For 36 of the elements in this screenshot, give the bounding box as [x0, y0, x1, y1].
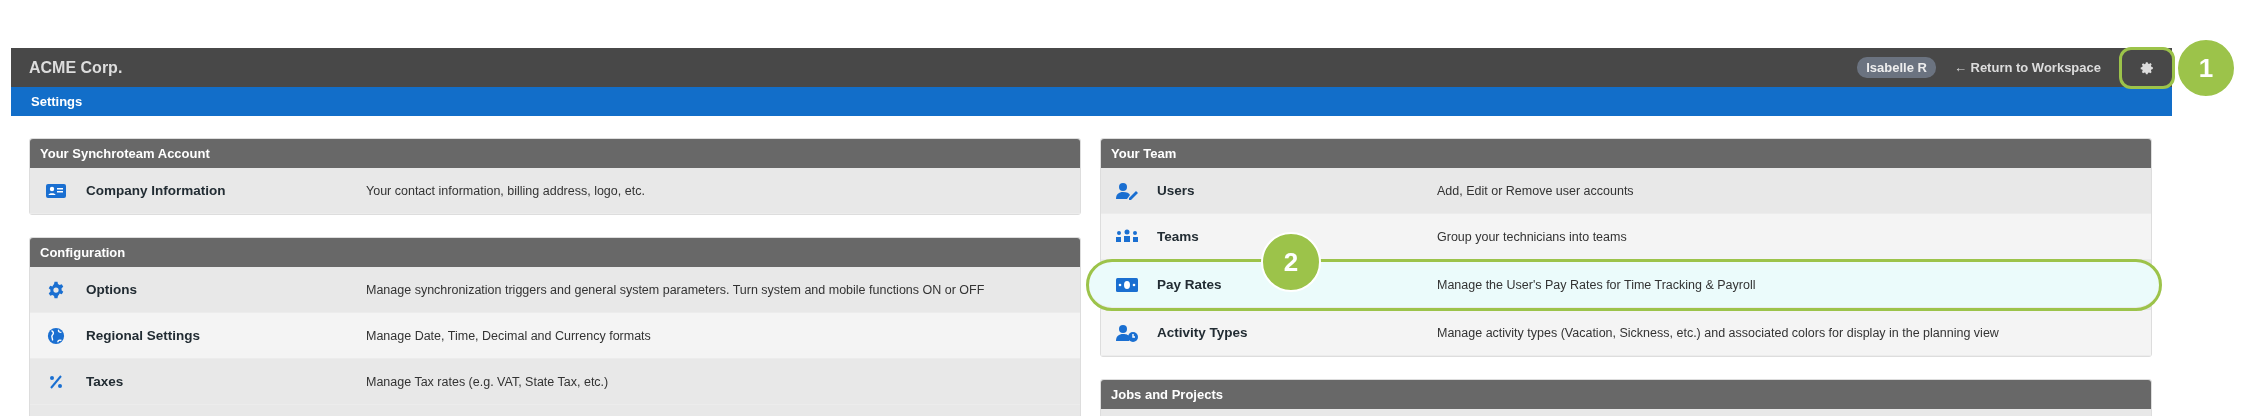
panel-header: Jobs and Projects	[1101, 380, 2151, 409]
row-title: Options	[86, 282, 138, 297]
row-title: Users	[1157, 183, 1196, 198]
panel-header: Your Synchroteam Account	[30, 139, 1080, 168]
user-badge[interactable]: Isabelle R	[1857, 57, 1936, 78]
globe-icon	[47, 326, 65, 345]
settings-row[interactable]: Regional Settings Manage Date, Time, Decimal and Currency formats	[30, 313, 1080, 359]
settings-icon	[47, 280, 65, 299]
group-icon	[1115, 228, 1139, 245]
row-title: Pay Rates	[1157, 277, 1223, 292]
return-link[interactable]: ← Return to Workspace	[1953, 60, 2101, 75]
row-title: Regional Settings	[86, 328, 201, 343]
row-title: Company Information	[86, 183, 227, 198]
breadcrumb: Settings	[31, 94, 83, 109]
percent-icon	[48, 373, 64, 390]
callout-marker: 1	[2176, 38, 2236, 98]
row-description: Group your technicians into teams	[1437, 229, 1627, 244]
panel-header: Your Team	[1101, 139, 2151, 168]
row-description: Manage activity types (Vacation, Sickness, etc.) and associated colors for display in the planning view	[1437, 325, 1999, 340]
panel-header: Configuration	[30, 238, 1080, 267]
row-description: Your contact information, billing address, logo, etc.	[366, 183, 645, 198]
row-description: Manage synchronization triggers and general system parameters. Turn system and mobile functions ON or OFF	[366, 282, 985, 297]
user-clock-icon	[1116, 323, 1138, 342]
row-description: Manage the User's Pay Rates for Time Tracking & Payroll	[1437, 277, 1756, 292]
company-name: ACME Corp.	[29, 58, 123, 77]
banknote-icon	[1116, 277, 1138, 292]
id-card-icon	[46, 182, 66, 199]
row-description: Add, Edit or Remove user accounts	[1437, 183, 1634, 198]
row-title: Taxes	[86, 374, 125, 389]
row-title: Teams	[1157, 229, 1200, 244]
row-title: Activity Types	[1157, 325, 1249, 340]
settings-icon	[2140, 60, 2154, 75]
row-description: Manage Tax rates (e.g. VAT, State Tax, etc.)	[366, 374, 609, 389]
user-edit-icon	[1116, 181, 1138, 200]
settings-row[interactable]: Activity Types Manage activity types (Vacation, Sickness, etc.) and associated colors for display in the planning view	[1101, 310, 2151, 356]
row-description: Manage Date, Time, Decimal and Currency formats	[366, 328, 651, 343]
